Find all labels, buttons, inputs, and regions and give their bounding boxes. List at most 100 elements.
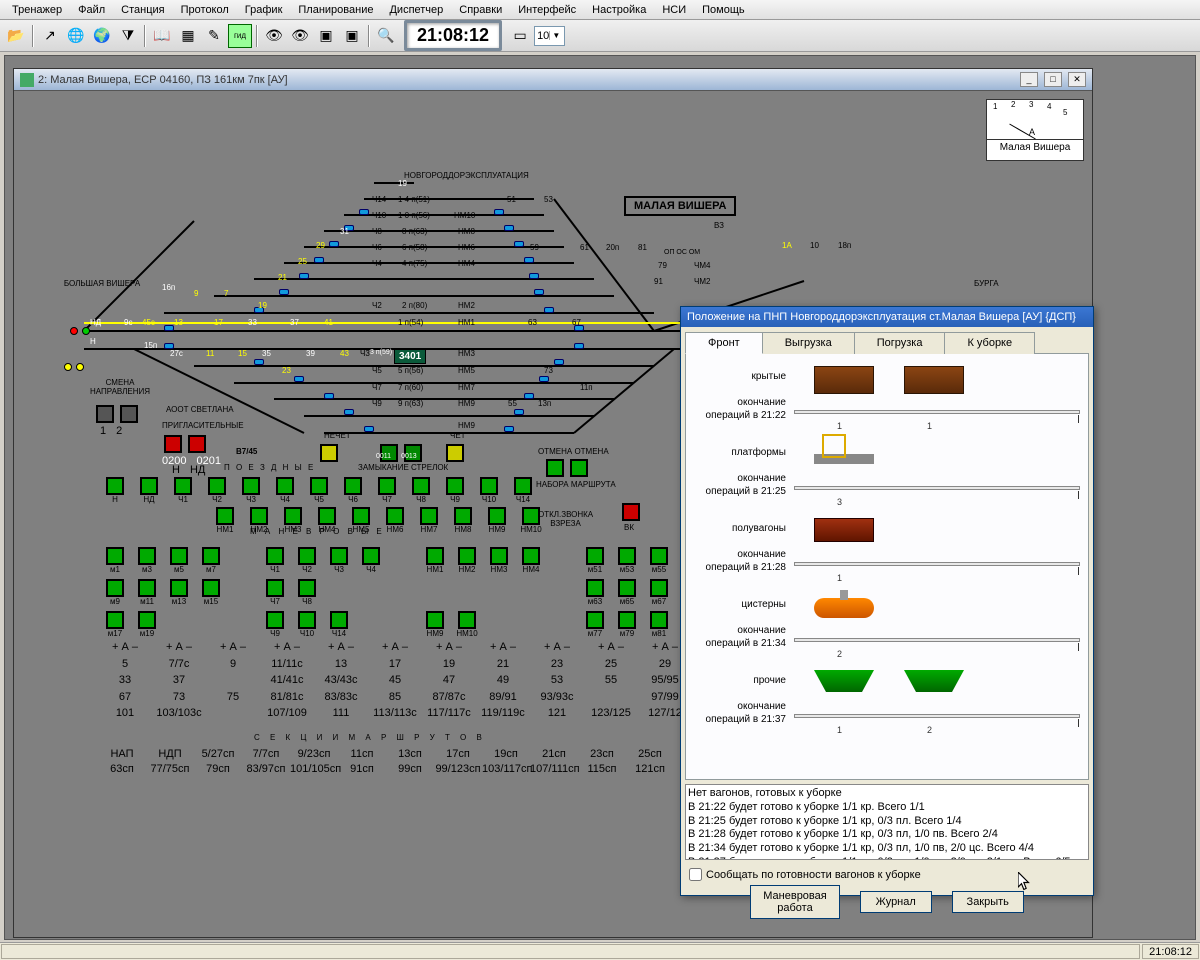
train-number[interactable]: 3401 (394, 349, 426, 364)
br1-Ч14[interactable] (514, 477, 532, 495)
station-titlebar[interactable]: 2: Малая Вишера, ЕСР 04160, ПЗ 161км 7пк… (14, 69, 1092, 91)
menu-4[interactable]: График (237, 2, 291, 17)
menu-1[interactable]: Файл (70, 2, 113, 17)
tool-arrow-icon[interactable]: ↗ (38, 24, 62, 48)
bm1-м1[interactable] (106, 547, 124, 565)
main-menu[interactable]: ТренажерФайлСтанцияПротоколГрафикПланиро… (0, 0, 1200, 20)
wagon-gondola[interactable] (814, 518, 874, 542)
bm2-м63[interactable] (586, 579, 604, 597)
close-panel-button[interactable]: Закрыть (952, 891, 1024, 913)
tool-book-icon[interactable]: 📖 (150, 24, 174, 48)
bm1-м53[interactable] (618, 547, 636, 565)
br1-Ч10[interactable] (480, 477, 498, 495)
tab-front[interactable]: Фронт (685, 332, 763, 354)
wagon-hopper[interactable] (904, 670, 964, 692)
br1-Ч1[interactable] (174, 477, 192, 495)
bm3-Ч9[interactable] (266, 611, 284, 629)
bm1-м55[interactable] (650, 547, 668, 565)
bm3-м81[interactable] (650, 611, 668, 629)
br2-НМ3[interactable] (284, 507, 302, 525)
cancel-2[interactable] (570, 459, 588, 477)
br2-НМ7[interactable] (420, 507, 438, 525)
zoom-combo[interactable]: 10▼ (534, 26, 565, 46)
br2-НМ8[interactable] (454, 507, 472, 525)
br2-НМ4[interactable] (318, 507, 336, 525)
tool-eye2-icon[interactable]: 👁 (288, 24, 312, 48)
chet-y[interactable] (446, 444, 464, 462)
tool-gap-icon[interactable]: ▭ (508, 24, 532, 48)
tool-pencil-icon[interactable]: ✎ (202, 24, 226, 48)
minimize-button[interactable]: _ (1020, 72, 1038, 87)
bm1-м5[interactable] (170, 547, 188, 565)
br1-Ч8[interactable] (412, 477, 430, 495)
br2-НМ6[interactable] (386, 507, 404, 525)
wagon-hopper[interactable] (814, 670, 874, 692)
bm3-м77[interactable] (586, 611, 604, 629)
menu-8[interactable]: Интерфейс (510, 2, 584, 17)
tool-globe1-icon[interactable]: 🌐 (64, 24, 88, 48)
br1-Ч4[interactable] (276, 477, 294, 495)
bm1-НМ4[interactable] (522, 547, 540, 565)
tool-search-icon[interactable]: 🔍 (374, 24, 398, 48)
menu-10[interactable]: НСИ (654, 2, 694, 17)
bm1-Ч3[interactable] (330, 547, 348, 565)
br2-НМ9[interactable] (488, 507, 506, 525)
bm1-Ч2[interactable] (298, 547, 316, 565)
br2-НМ1[interactable] (216, 507, 234, 525)
menu-5[interactable]: Планирование (290, 2, 381, 17)
tab-unload[interactable]: Выгрузка (762, 332, 855, 354)
notify-checkbox[interactable]: Сообщать по готовности вагонов к уборке (689, 868, 921, 881)
br1-НД[interactable] (140, 477, 158, 495)
bm2-м15[interactable] (202, 579, 220, 597)
menu-0[interactable]: Тренажер (4, 2, 70, 17)
bm1-Ч4[interactable] (362, 547, 380, 565)
tool-rec-icon[interactable]: ▣ (340, 24, 364, 48)
bm3-м79[interactable] (618, 611, 636, 629)
bm1-Ч1[interactable] (266, 547, 284, 565)
journal-button[interactable]: Журнал (860, 891, 932, 913)
inv-0201[interactable] (188, 435, 206, 453)
menu-2[interactable]: Станция (113, 2, 172, 17)
maximize-button[interactable]: □ (1044, 72, 1062, 87)
bm1-м7[interactable] (202, 547, 220, 565)
bm3-м19[interactable] (138, 611, 156, 629)
br1-Ч6[interactable] (344, 477, 362, 495)
bm3-НМ9[interactable] (426, 611, 444, 629)
bm1-м51[interactable] (586, 547, 604, 565)
tool-gid-icon[interactable]: гид (228, 24, 252, 48)
bm2-м13[interactable] (170, 579, 188, 597)
br1-Ч2[interactable] (208, 477, 226, 495)
br2-НМ5[interactable] (352, 507, 370, 525)
pnp-panel-title[interactable]: Положение на ПНП Новгороддорэксплуатация… (681, 307, 1093, 327)
bm2-м65[interactable] (618, 579, 636, 597)
cancel-1[interactable] (546, 459, 564, 477)
menu-9[interactable]: Настройка (584, 2, 654, 17)
bm3-Ч10[interactable] (298, 611, 316, 629)
menu-3[interactable]: Протокол (173, 2, 237, 17)
dir-btn-1[interactable] (96, 405, 114, 423)
bm1-НМ3[interactable] (490, 547, 508, 565)
bm1-НМ1[interactable] (426, 547, 444, 565)
bm2-Ч8[interactable] (298, 579, 316, 597)
bm2-Ч7[interactable] (266, 579, 284, 597)
inv-0200[interactable] (164, 435, 182, 453)
menu-6[interactable]: Диспетчер (381, 2, 451, 17)
menu-11[interactable]: Помощь (694, 2, 753, 17)
bm3-НМ10[interactable] (458, 611, 476, 629)
wagon-crane[interactable] (814, 454, 874, 464)
br1-Ч3[interactable] (242, 477, 260, 495)
br1-Ч5[interactable] (310, 477, 328, 495)
shunt-button[interactable]: Маневровая работа (750, 885, 839, 919)
tool-ab-icon[interactable]: ▣ (314, 24, 338, 48)
br1-Н[interactable] (106, 477, 124, 495)
tool-funnel-icon[interactable]: ⧩ (116, 24, 140, 48)
bm2-м11[interactable] (138, 579, 156, 597)
tool-grid-icon[interactable]: ▦ (176, 24, 200, 48)
pnp-log[interactable]: Нет вагонов, готовых к уборкеВ 21:22 буд… (685, 784, 1089, 860)
menu-7[interactable]: Справки (451, 2, 510, 17)
vk-btn[interactable] (622, 503, 640, 521)
wagon-brown[interactable] (814, 366, 874, 394)
br2-НМ2[interactable] (250, 507, 268, 525)
wagon-brown[interactable] (904, 366, 964, 394)
wagon-tank[interactable] (814, 598, 874, 618)
